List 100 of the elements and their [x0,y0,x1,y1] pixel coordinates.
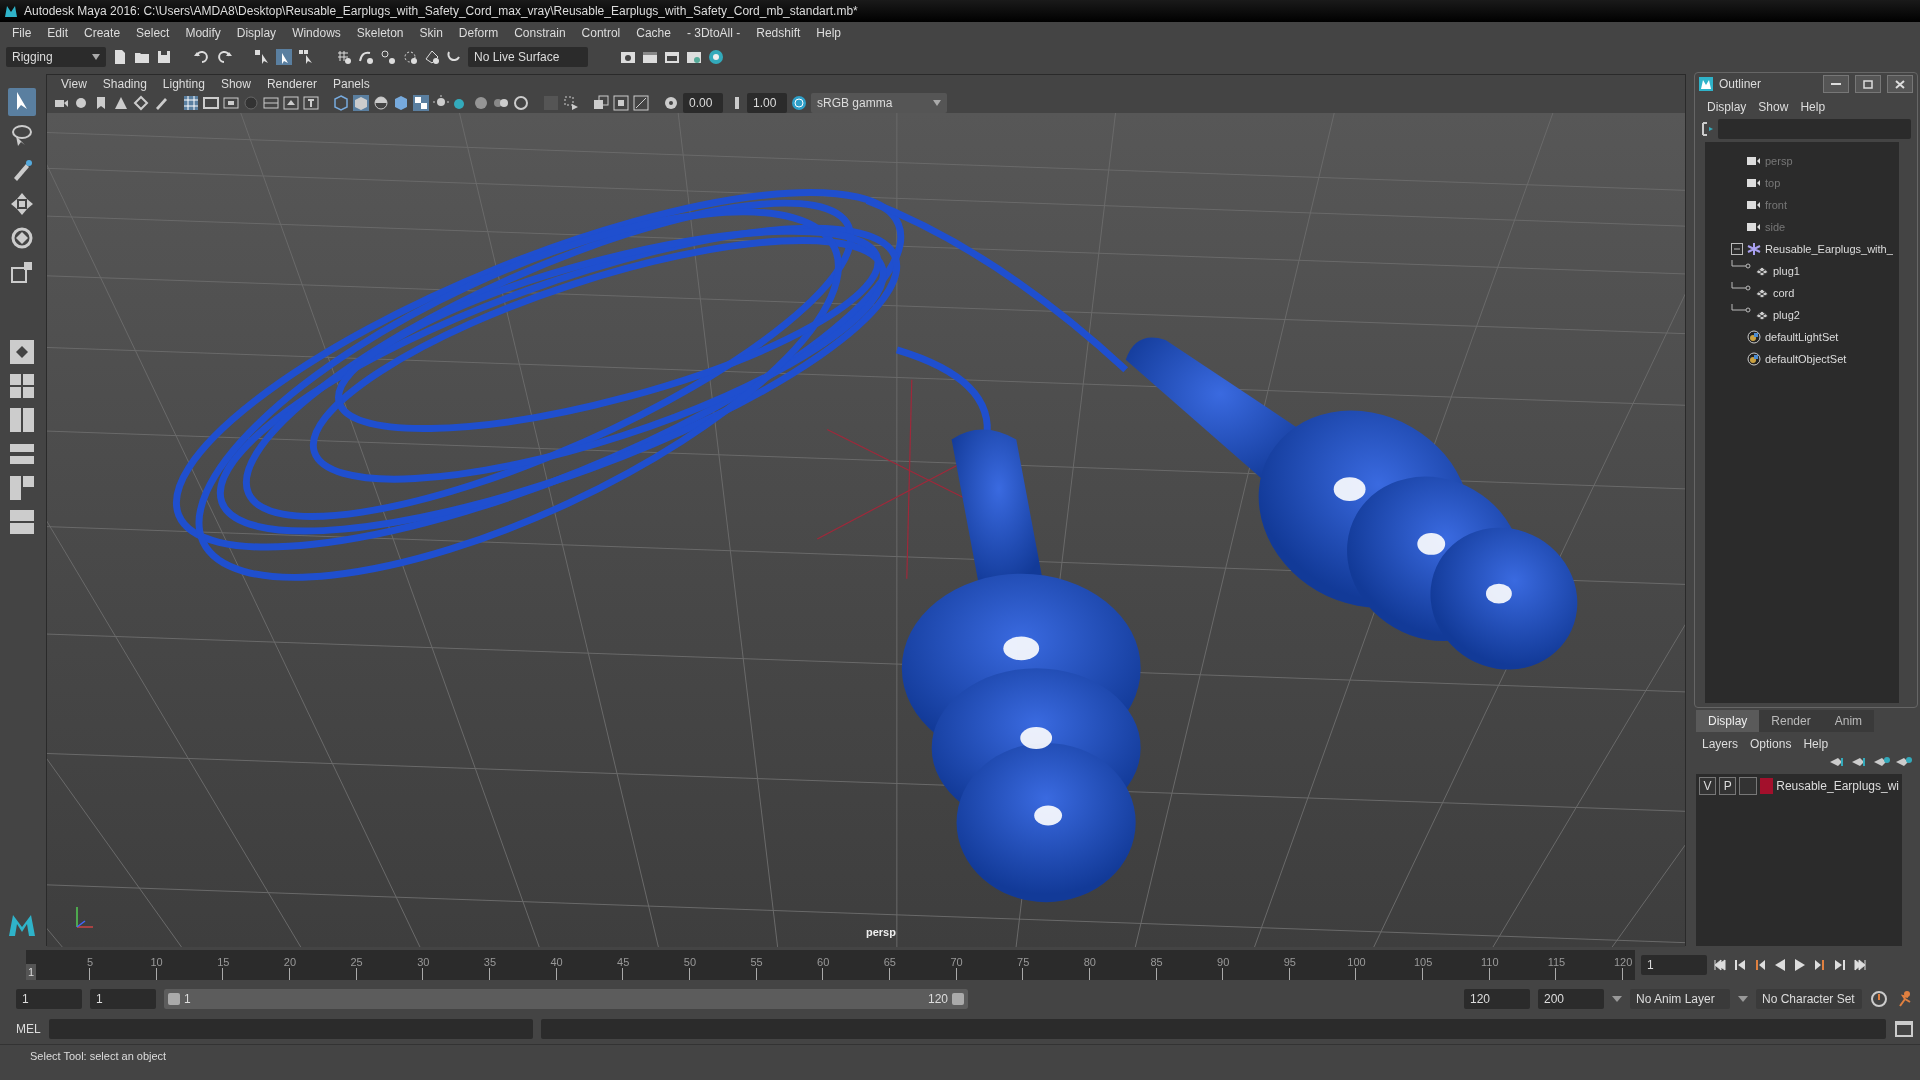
color-space-dropdown[interactable]: sRGB gamma [811,93,947,113]
menu-item[interactable]: Skin [411,24,451,42]
menu-item[interactable]: File [4,24,40,42]
outliner-layout-icon[interactable] [8,508,36,536]
safe-title-icon[interactable] [303,95,319,111]
type-toggle[interactable] [1739,777,1757,795]
menu-item[interactable]: Windows [284,24,349,42]
character-set-dropdown[interactable]: No Character Set [1756,989,1862,1009]
new-layer-selected-icon[interactable] [1896,756,1912,768]
minimize-button[interactable] [1823,75,1849,93]
start-frame-field[interactable]: 1 [16,989,82,1009]
panel-menu-item[interactable]: Lighting [154,75,213,93]
menu-item[interactable]: Edit [39,24,77,42]
two-pane-layout-icon[interactable] [8,406,36,434]
close-button[interactable] [1887,75,1913,93]
maximize-button[interactable] [1855,75,1881,93]
wireframe-cube-icon[interactable] [333,95,349,111]
menu-item[interactable]: Cache [628,24,679,42]
redo-icon[interactable] [216,49,232,65]
command-language-label[interactable]: MEL [16,1020,41,1038]
menu-item[interactable]: Deform [450,24,507,42]
anim-layer-dropdown[interactable]: No Anim Layer [1630,989,1730,1009]
step-forward-frame-icon[interactable] [1813,958,1827,972]
save-icon[interactable] [156,49,172,65]
search-field[interactable] [1718,119,1911,139]
menu-item[interactable]: Display [1707,98,1747,116]
outliner-item[interactable]: cord [1773,284,1795,302]
circle-icon[interactable] [513,95,529,111]
panel-menu-item[interactable]: Renderer [258,75,325,93]
step-back-frame-icon[interactable] [1753,958,1767,972]
menu-item[interactable]: Constrain [506,24,574,42]
snap-grid-icon[interactable] [336,49,352,65]
snap-view-icon[interactable] [402,49,418,65]
outliner-item[interactable]: defaultObjectSet [1765,350,1847,368]
range-end-handle[interactable] [952,993,964,1005]
frame-icon[interactable] [613,95,629,111]
menu-item[interactable]: Layers [1702,735,1739,753]
filter-icon[interactable] [1701,121,1715,137]
outliner-item[interactable]: Reusable_Earplugs_with_ [1765,240,1893,258]
ipr-render-icon[interactable] [664,49,680,65]
menu-item[interactable]: Help [808,24,849,42]
wireframe-on-shaded-icon[interactable] [373,95,389,111]
shaded-cube-icon[interactable] [353,95,369,111]
render-settings-icon[interactable] [686,49,702,65]
snap-curve-icon[interactable] [358,49,374,65]
step-forward-key-icon[interactable] [1833,958,1847,972]
isolate-select-icon[interactable] [563,95,579,111]
mode-dropdown[interactable]: Rigging [6,47,106,67]
outliner-item[interactable]: plug2 [1773,306,1800,324]
snap-surface-icon[interactable] [424,49,440,65]
grid-icon[interactable] [183,95,199,111]
undo-icon[interactable] [194,49,210,65]
menu-item[interactable]: Display [228,24,285,42]
menu-item[interactable]: Help [1803,735,1829,753]
single-pane-layout-icon[interactable] [8,338,36,366]
step-back-key-icon[interactable] [1733,958,1747,972]
menu-item[interactable]: - 3DtoAll - [678,24,749,42]
menu-item[interactable]: Select [128,24,178,42]
range-start-handle[interactable] [168,993,180,1005]
menu-item[interactable]: Redshift [748,24,809,42]
color-management-toggle-icon[interactable] [791,95,807,111]
checker-icon[interactable] [413,95,429,111]
dropdown-arrow-icon[interactable] [1738,996,1748,1002]
near-clip-field[interactable]: 0.00 [683,93,723,113]
panel-menu-item[interactable]: Panels [324,75,378,93]
layer-name[interactable]: Reusable_Earplugs_wi [1776,777,1899,795]
menu-item[interactable]: Options [1750,735,1792,753]
command-input-field[interactable] [48,1019,533,1039]
select-object-icon[interactable] [276,49,292,65]
select-component-icon[interactable] [298,49,314,65]
playback-toggle[interactable]: P [1719,777,1737,795]
menu-item[interactable]: Skeleton [348,24,412,42]
range-slider[interactable]: 1 120 [164,989,968,1009]
layer-tab[interactable]: Anim [1822,710,1875,732]
auto-key-icon[interactable] [1870,990,1888,1008]
four-pane-layout-icon[interactable] [8,372,36,400]
render-frame-icon[interactable] [642,49,658,65]
exposure-field[interactable]: 1.00 [747,93,787,113]
resolution-gate-icon[interactable] [223,95,239,111]
layer-tab[interactable]: Display [1696,710,1760,732]
menu-item[interactable]: Control [573,24,629,42]
panel-menu-item[interactable]: Show [212,75,259,93]
menu-item[interactable]: Modify [177,24,229,42]
snap-point-icon[interactable] [380,49,396,65]
hypershade-icon[interactable] [708,49,724,65]
select-hierarchy-icon[interactable] [254,49,270,65]
end-frame-field[interactable]: 200 [1538,989,1604,1009]
menu-item[interactable]: Show [1758,98,1789,116]
move-layer-up-icon[interactable] [1830,756,1846,768]
visibility-toggle[interactable]: V [1699,777,1717,795]
live-surface-field[interactable]: No Live Surface [468,47,588,67]
film-gate-icon[interactable] [203,95,219,111]
graph-layout-icon[interactable] [8,474,36,502]
dropdown-arrow-icon[interactable] [1612,996,1622,1002]
script-editor-icon[interactable] [1894,1019,1914,1039]
layer-tab[interactable]: Render [1759,710,1823,732]
current-frame-field[interactable]: 1 [1641,955,1707,975]
playback-start-field[interactable]: 1 [90,989,156,1009]
outliner-item[interactable]: defaultLightSet [1765,328,1839,346]
playback-end-field[interactable]: 120 [1464,989,1530,1009]
